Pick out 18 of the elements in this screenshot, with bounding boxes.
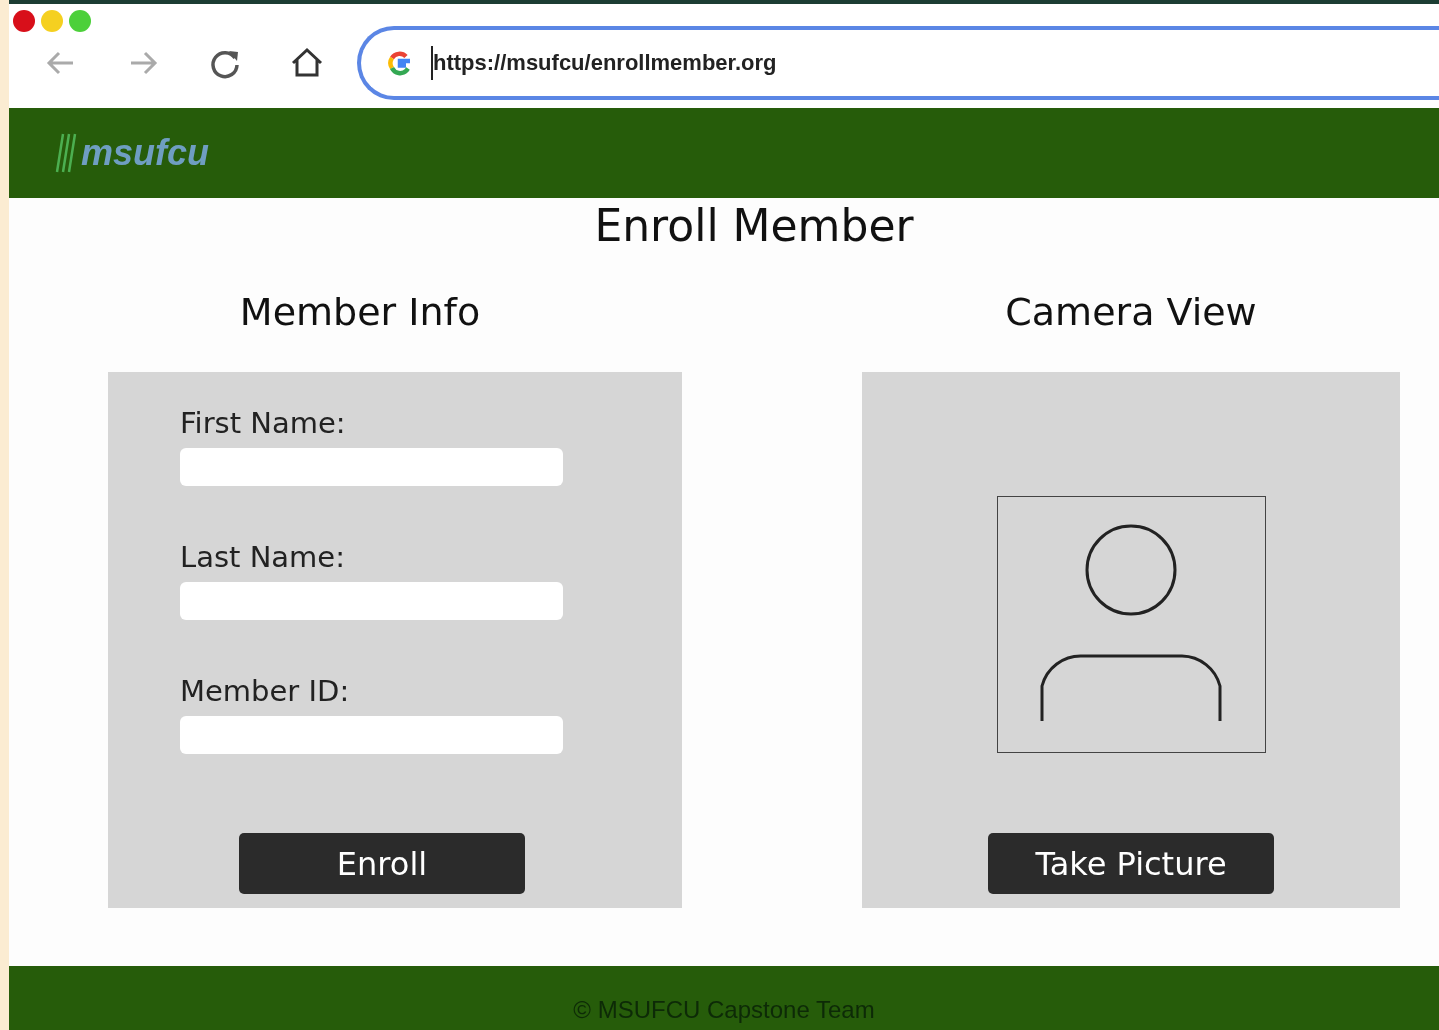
input-field[interactable] — [180, 716, 563, 754]
enroll-button[interactable]: Enroll — [239, 833, 525, 894]
close-dot[interactable] — [13, 10, 35, 32]
take-picture-button[interactable]: Take Picture — [988, 833, 1274, 894]
field-label: Member ID: — [180, 674, 351, 708]
maximize-dot[interactable] — [69, 10, 91, 32]
url-text: https://msufcu/enrollmember.org — [433, 50, 777, 76]
page-title: Enroll Member — [593, 199, 915, 253]
field-label: First Name: — [180, 406, 347, 440]
section-heading: Member Info — [238, 290, 482, 336]
input-field[interactable] — [180, 448, 563, 486]
section-heading: Camera View — [1004, 290, 1258, 336]
minimize-dot[interactable] — [41, 10, 63, 32]
logo-text: msufcu — [81, 132, 210, 174]
input-field[interactable] — [180, 582, 563, 620]
user-silhouette-icon — [996, 496, 1266, 753]
address-bar[interactable]: https://msufcu/enrollmember.org — [357, 26, 1439, 100]
field-label: Last Name: — [180, 540, 346, 574]
